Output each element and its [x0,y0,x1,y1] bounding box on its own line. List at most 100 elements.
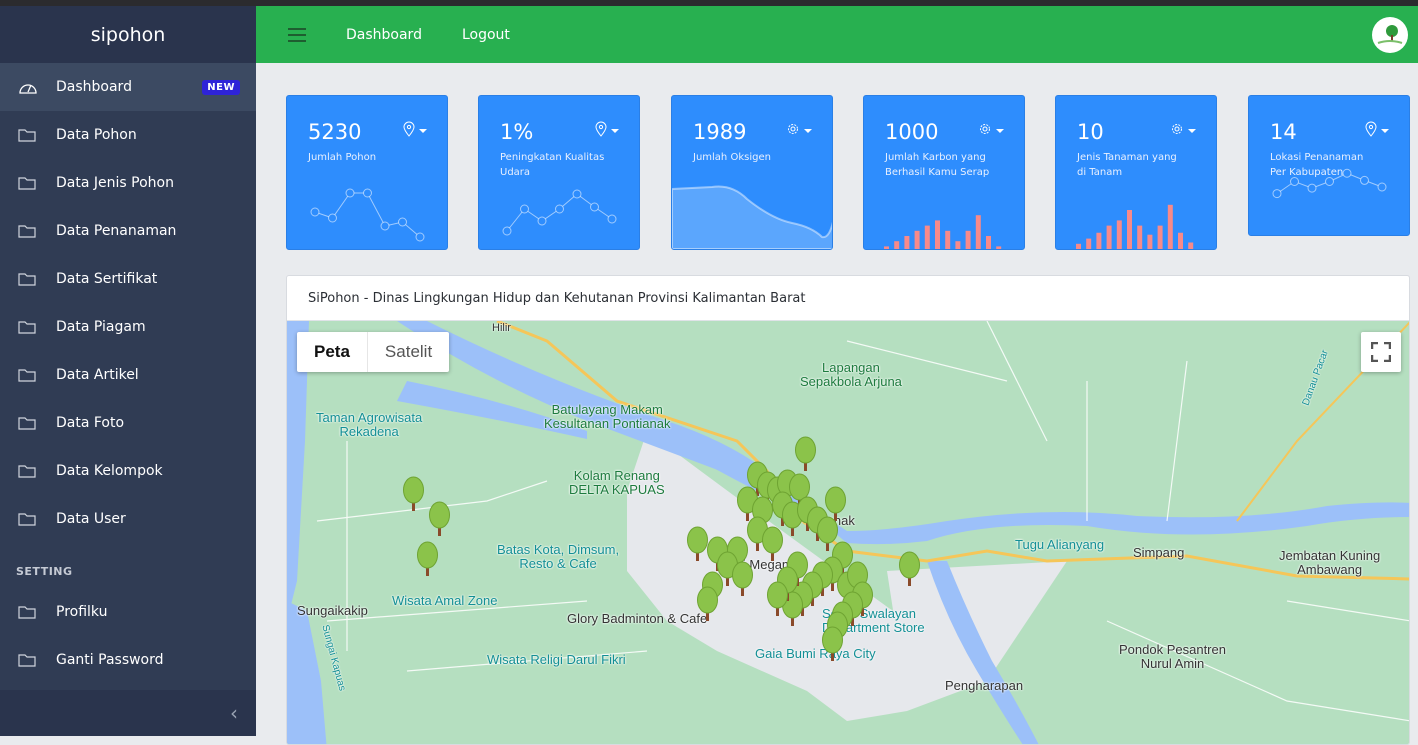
stat-card-5: 10 Jenis Tanaman yang di Tanam [1055,95,1217,250]
map-label-hilir[interactable]: Hilir [492,321,511,335]
sidebar-item-ganti-password[interactable]: Ganti Password [0,636,256,684]
sidebar-item-data-penanaman[interactable]: Data Penanaman [0,207,256,255]
sidebar-item-data-sertifikat[interactable]: Data Sertifikat [0,255,256,303]
sparkline-bar [924,225,930,249]
map-label-batulayang[interactable]: Batulayang Makam Kesultanan Pontianak [544,403,670,431]
sidebar-item-data-pohon[interactable]: Data Pohon [0,111,256,159]
map-label-pondok[interactable]: Pondok Pesantren Nurul Amin [1119,643,1226,671]
card-options-dropdown[interactable] [786,121,812,140]
map-type-peta[interactable]: Peta [297,332,368,372]
tree-marker-icon[interactable] [401,476,425,512]
sparkline-point [1290,177,1299,186]
map-pin-icon [595,121,607,141]
map-label-gaia[interactable]: Gaia Bumi Raya City [755,647,876,661]
sparkline-point [555,204,564,214]
gear-icon [978,121,992,140]
stat-label: Peningkatan Kualitas Udara [500,152,605,178]
sparkline-bar [965,230,971,249]
folder-icon [18,511,40,527]
sidebar-collapse-button[interactable]: ‹ [0,690,256,736]
map-label-pengharapan[interactable]: Pengharapan [945,679,1023,693]
sparkline-point [345,188,355,198]
sparkline-bar [914,230,920,249]
sparkline-bar [904,236,910,249]
stat-value: 5230 [308,120,362,144]
map-label-taman[interactable]: Taman Agrowisata Rekadena [316,411,422,439]
fullscreen-icon [1371,342,1391,362]
map-label-jembatan[interactable]: Jembatan Kuning Ambawang [1279,549,1380,577]
sparkline-point [380,221,390,231]
sidebar-item-label: Data Artikel [56,367,139,383]
folder-icon [18,271,40,287]
map-label-wisata-amal[interactable]: Wisata Amal Zone [392,594,498,608]
card-options-dropdown[interactable] [978,121,1004,140]
sparkline-bar [1106,225,1112,249]
map-label-simpang[interactable]: Simpang [1133,546,1184,560]
sidebar-item-data-jenis-pohon[interactable]: Data Jenis Pohon [0,159,256,207]
sparkline-bar [945,230,951,249]
map-label-wisata-religi[interactable]: Wisata Religi Darul Fikri [487,653,626,667]
new-badge: NEW [202,79,240,95]
sparkline-chart [672,185,832,249]
user-avatar[interactable] [1372,17,1408,53]
card-options-dropdown[interactable] [1170,121,1196,140]
caret-down-icon [996,128,1004,133]
stat-label: Jumlah Pohon [308,152,377,163]
stat-value: 1000 [885,120,939,144]
tree-marker-icon[interactable] [695,586,719,622]
sidebar-item-data-user[interactable]: Data User [0,495,256,543]
tree-marker-icon[interactable] [793,436,817,472]
map-label-sungaikakip[interactable]: Sungaikakip [297,604,368,618]
folder-icon [18,319,40,335]
sparkline-point [1377,182,1387,192]
sidebar-item-profilku[interactable]: Profilku [0,588,256,636]
map-card-title: SiPohon - Dinas Lingkungan Hidup dan Keh… [287,276,1409,321]
tree-marker-icon[interactable] [730,561,754,597]
map-label-batas[interactable]: Batas Kota, Dimsum, Resto & Cafe [497,543,619,571]
card-options-dropdown[interactable] [403,121,427,141]
tree-marker-icon[interactable] [765,581,789,617]
tree-marker-icon[interactable] [427,501,451,537]
nav-link-dashboard[interactable]: Dashboard [346,27,422,43]
map-label-kolam[interactable]: Kolam Renang DELTA KAPUAS [569,469,665,497]
sidebar-item-data-piagam[interactable]: Data Piagam [0,303,256,351]
sidebar-item-data-kelompok[interactable]: Data Kelompok [0,447,256,495]
sparkline-point [537,216,547,226]
map-type-satelit[interactable]: Satelit [368,332,449,372]
sidebar-item-data-foto[interactable]: Data Foto [0,399,256,447]
stat-label: Jenis Tanaman yang di Tanam [1077,152,1177,178]
fullscreen-button[interactable] [1361,332,1401,372]
sparkline-point [415,232,425,242]
sparkline-bar [955,241,961,249]
map-view[interactable]: Lapangan Sepakbola Arjuna Batulayang Maka… [287,321,1409,744]
sparkline-point [502,226,512,236]
map-label-lapangan[interactable]: Lapangan Sepakbola Arjuna [800,361,902,389]
map-label-glory[interactable]: Glory Badminton & Cafe [567,612,707,626]
map-label-tugu[interactable]: Tugu Alianyang [1015,538,1104,552]
sparkline-bar [1188,242,1194,249]
map-type-toggle: Peta Satelit [297,332,450,372]
card-options-dropdown[interactable] [1365,121,1389,141]
sidebar-item-dashboard[interactable]: Dashboard NEW [0,63,256,111]
tree-marker-icon[interactable] [820,626,844,662]
sparkline-bar [996,246,1002,249]
nav-link-logout[interactable]: Logout [462,27,510,43]
brand-logo[interactable]: sipohon [0,6,256,63]
sidebar-item-label: Data User [56,511,126,527]
stat-label: Jumlah Karbon yang Berhasil Kamu Serap [885,152,990,178]
gauge-icon [18,79,40,95]
sidebar-item-data-artikel[interactable]: Data Artikel [0,351,256,399]
sparkline-bar [894,241,900,249]
gear-icon [786,121,800,140]
sidebar-item-label: Profilku [56,604,108,620]
sparkline-chart [310,188,425,242]
tree-marker-icon[interactable] [760,526,784,562]
gear-icon [1170,121,1184,140]
tree-marker-icon[interactable] [897,551,921,587]
sparkline-point [1360,175,1369,185]
card-options-dropdown[interactable] [595,121,619,141]
tree-marker-icon[interactable] [415,541,439,577]
sparkline-point [607,214,617,224]
hamburger-menu-icon[interactable] [288,27,306,42]
chevron-left-icon: ‹ [230,701,238,725]
